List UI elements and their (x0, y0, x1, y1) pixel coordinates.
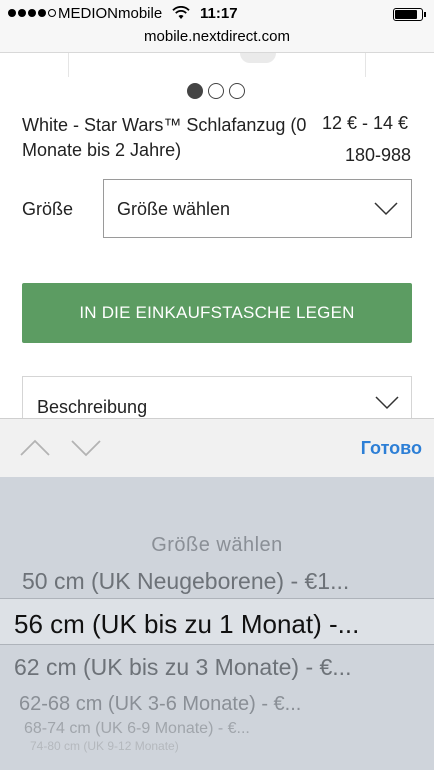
description-accordion[interactable]: Beschreibung (22, 376, 412, 418)
status-bar: MEDIONmobile 11:17 (0, 0, 434, 27)
done-button[interactable]: Готово (361, 438, 422, 459)
carrier-name: MEDIONmobile (58, 5, 163, 22)
url-text: mobile.nextdirect.com (144, 28, 290, 45)
carousel-dot[interactable] (229, 83, 245, 99)
size-select[interactable]: Größe wählen (103, 179, 412, 238)
chevron-down-icon (374, 202, 398, 216)
chevron-down-icon (375, 396, 399, 410)
description-label: Beschreibung (37, 397, 148, 417)
product-title: White - Star Wars™ Schlafanzug (0 Monate… (22, 115, 307, 160)
size-select-value: Größe wählen (117, 199, 231, 219)
carousel-dot[interactable] (208, 83, 224, 99)
status-time: 11:17 (200, 5, 238, 22)
signal-dots-icon (8, 9, 56, 17)
keyboard-toolbar: Готово (0, 418, 434, 477)
product-price: 12 € - 14 € (321, 113, 408, 133)
picker-option[interactable]: 68-74 cm (UK 6-9 Monate) - €... (24, 720, 424, 738)
picker-option[interactable]: 62 cm (UK bis zu 3 Monate) - €... (14, 654, 428, 681)
picker-option[interactable]: 50 cm (UK Neugeborene) - €1... (22, 568, 427, 595)
size-label: Größe (22, 199, 74, 219)
size-picker-wheel[interactable]: Größe wählen 50 cm (UK Neugeborene) - €1… (0, 477, 434, 770)
picker-option[interactable]: 74-80 cm (UK 9-12 Monate) (30, 739, 420, 753)
url-bar[interactable]: mobile.nextdirect.com (0, 27, 434, 53)
picker-option-selected[interactable]: 56 cm (UK bis zu 1 Monat) -... (14, 609, 434, 640)
chevron-up-icon[interactable] (20, 439, 50, 457)
item-number: 180-988 (344, 145, 411, 165)
picker-option[interactable]: 62-68 cm (UK 3-6 Monate) - €... (19, 693, 426, 716)
chevron-down-icon[interactable] (71, 439, 101, 457)
carousel-indicators (187, 83, 245, 99)
wifi-icon (172, 6, 190, 19)
picker-option[interactable]: Größe wählen (0, 534, 434, 557)
add-to-bag-button[interactable]: IN DIE EINKAUFSTASCHE LEGEN (22, 283, 412, 343)
battery-icon (393, 8, 426, 21)
carousel-dot[interactable] (187, 83, 203, 99)
product-image[interactable] (0, 53, 434, 77)
